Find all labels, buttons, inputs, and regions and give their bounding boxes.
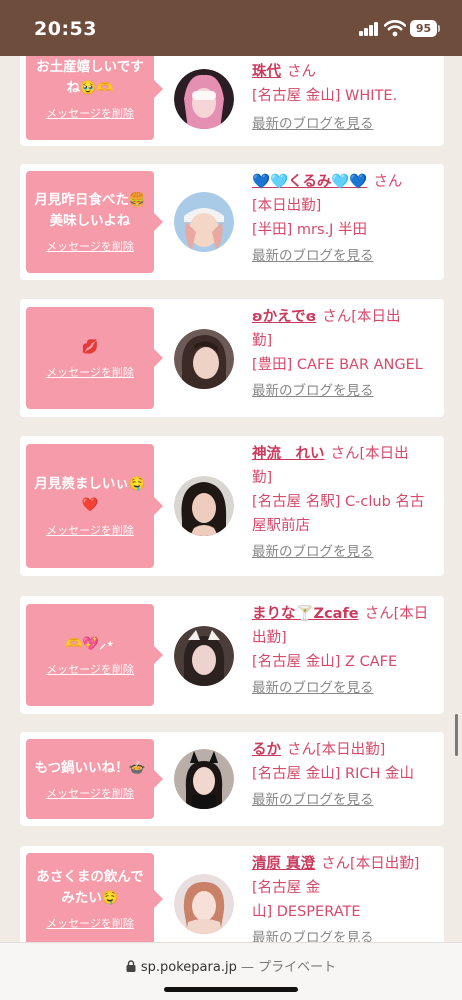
message-bubble: あさくまの飲んでみたい🤤 メッセージを削除 (26, 853, 163, 942)
status-bar: 20:53 95 (0, 0, 462, 56)
shop-line: [名古屋 名駅] C-club 名古 (252, 494, 425, 510)
shop-line: 勤] (252, 470, 273, 486)
delete-message-link[interactable]: メッセージを削除 (46, 661, 134, 677)
message-text: あさくまの飲んでみたい🤤 (36, 869, 144, 906)
address-bar[interactable]: sp.pokepara.jp — プライベート (0, 956, 462, 976)
girl-name-link[interactable]: るか (252, 742, 281, 758)
lock-icon (126, 960, 136, 976)
girl-info: 💙🩵くるみ🩵💙 さん [本日出勤] [半田] mrs.J 半田 最新のブログを見る (252, 170, 438, 268)
url-domain: sp.pokepara.jp (140, 960, 237, 975)
girl-name-link[interactable]: 清原 真澄 (252, 856, 315, 872)
message-text: 🫶💖⸝⋆ (65, 635, 115, 652)
girl-info: 珠代 さん [名古屋 金山] WHITE. 最新のブログを見る (252, 60, 438, 136)
avatar[interactable] (174, 329, 234, 389)
home-indicator[interactable] (164, 987, 298, 992)
latest-blog-link[interactable]: 最新のブログを見る (252, 116, 374, 132)
message-bubble: 💋 メッセージを削除 (26, 307, 163, 409)
delete-message-link[interactable]: メッセージを削除 (46, 915, 134, 931)
message-text: 月見昨日食べた🍔美味しいよね (34, 192, 146, 229)
shop-line: 勤] (252, 333, 273, 349)
shop-line: 出勤] (252, 630, 287, 646)
avatar[interactable] (174, 69, 234, 129)
delete-message-link[interactable]: メッセージを削除 (46, 238, 134, 254)
shop-line: 屋駅前店 (252, 518, 310, 534)
girl-name-link[interactable]: ʚかえでɞ (252, 309, 316, 325)
message-card: もつ鍋いいね！🍲 メッセージを削除 るか さん[本日出勤] [名古屋 金山] RI… (20, 732, 444, 826)
message-bubble: お土産嬉しいですね🥹🫶 メッセージを削除 (26, 56, 163, 140)
avatar[interactable] (174, 192, 234, 252)
private-label: — プライベート (240, 960, 337, 975)
cellular-signal-icon (359, 22, 379, 36)
avatar[interactable] (174, 749, 234, 809)
message-text: 月見羨ましいぃ🤤❤️ (34, 476, 146, 513)
message-bubble: もつ鍋いいね！🍲 メッセージを削除 (26, 739, 163, 819)
girl-name-link[interactable]: 💙🩵くるみ🩵💙 (252, 174, 367, 190)
message-bubble: 🫶💖⸝⋆ メッセージを削除 (26, 604, 163, 706)
avatar[interactable] (174, 626, 234, 686)
message-card: 🫶💖⸝⋆ メッセージを削除 まりな🍸Zcafe さん[本日 出勤] [名古屋 金山… (20, 596, 444, 714)
message-text: もつ鍋いいね！🍲 (34, 759, 146, 776)
delete-message-link[interactable]: メッセージを削除 (46, 785, 134, 801)
delete-message-link[interactable]: メッセージを削除 (46, 364, 134, 380)
shop-line: [本日出勤] (252, 198, 322, 214)
battery-icon: 95 (410, 20, 437, 37)
status-time: 20:53 (34, 18, 97, 40)
girl-info: 清原 真澄 さん[本日出勤] [名古屋 金 山] DESPERATE 最新のブログ… (252, 852, 438, 942)
girl-name-link[interactable]: 神流 れい (252, 446, 325, 462)
message-card: 月見羨ましいぃ🤤❤️ メッセージを削除 神流 れい さん[本日出 勤] [名古屋 … (20, 436, 444, 576)
message-card: あさくまの飲んでみたい🤤 メッセージを削除 清原 真澄 さん[本日出勤] [名古屋… (20, 846, 444, 942)
shop-line: [名古屋 金山] RICH 金山 (252, 766, 415, 782)
latest-blog-link[interactable]: 最新のブログを見る (252, 680, 374, 696)
latest-blog-link[interactable]: 最新のブログを見る (252, 248, 374, 264)
girl-info: 神流 れい さん[本日出 勤] [名古屋 名駅] C-club 名古 屋駅前店 最… (252, 442, 438, 564)
girl-info: るか さん[本日出勤] [名古屋 金山] RICH 金山 最新のブログを見る (252, 738, 438, 812)
message-card: 月見昨日食べた🍔美味しいよね メッセージを削除 💙🩵くるみ🩵💙 さん [本日出勤]… (20, 164, 444, 280)
girl-name-link[interactable]: 珠代 (252, 64, 281, 80)
message-card: 💋 メッセージを削除 ʚかえでɞ さん[本日出 勤] [豊田] CAFE BAR … (20, 299, 444, 417)
message-text: 💋 (81, 338, 99, 355)
avatar[interactable] (174, 476, 234, 536)
message-card: お土産嬉しいですね🥹🫶 メッセージを削除 珠代 さん [名古屋 金山] WHITE… (20, 56, 444, 146)
message-list[interactable]: お土産嬉しいですね🥹🫶 メッセージを削除 珠代 さん [名古屋 金山] WHITE… (0, 56, 462, 942)
message-bubble: 月見羨ましいぃ🤤❤️ メッセージを削除 (26, 444, 163, 568)
latest-blog-link[interactable]: 最新のブログを見る (252, 544, 374, 560)
battery-tip (438, 25, 440, 32)
shop-line: [名古屋 金山] Z CAFE (252, 654, 398, 670)
shop-line: 山] DESPERATE (252, 904, 361, 920)
latest-blog-link[interactable]: 最新のブログを見る (252, 930, 374, 942)
message-text: お土産嬉しいですね🥹🫶 (36, 59, 144, 96)
message-bubble: 月見昨日食べた🍔美味しいよね メッセージを削除 (26, 171, 163, 273)
browser-bottom-bar: sp.pokepara.jp — プライベート (0, 942, 462, 1000)
girl-info: ʚかえでɞ さん[本日出 勤] [豊田] CAFE BAR ANGEL 最新のブロ… (252, 305, 438, 403)
shop-line: [半田] mrs.J 半田 (252, 222, 368, 238)
shop-line: [名古屋 金 (252, 880, 321, 896)
shop-line: [名古屋 金山] WHITE. (252, 88, 398, 104)
wifi-icon (383, 19, 407, 37)
shop-line: [豊田] CAFE BAR ANGEL (252, 357, 423, 373)
girl-name-link[interactable]: まりな🍸Zcafe (252, 606, 359, 622)
delete-message-link[interactable]: メッセージを削除 (46, 105, 134, 121)
avatar[interactable] (174, 874, 234, 934)
scrollbar[interactable] (455, 714, 458, 756)
latest-blog-link[interactable]: 最新のブログを見る (252, 792, 374, 808)
delete-message-link[interactable]: メッセージを削除 (46, 522, 134, 538)
girl-info: まりな🍸Zcafe さん[本日 出勤] [名古屋 金山] Z CAFE 最新のブロ… (252, 602, 438, 700)
latest-blog-link[interactable]: 最新のブログを見る (252, 383, 374, 399)
